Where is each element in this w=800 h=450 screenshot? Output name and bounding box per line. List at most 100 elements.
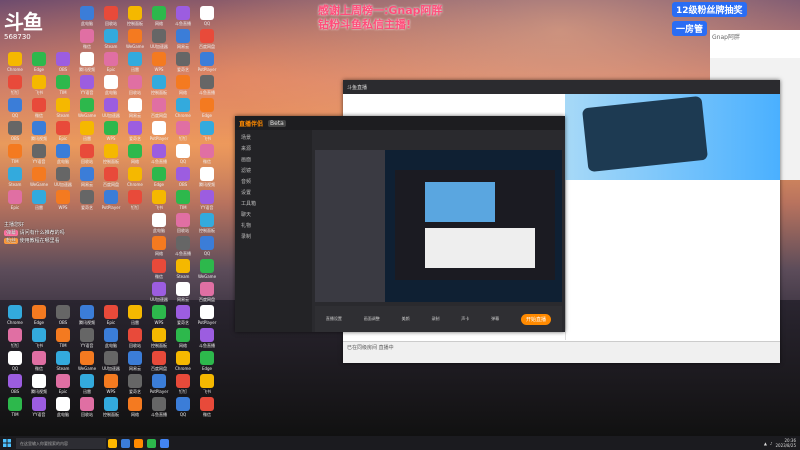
- desktop-icon[interactable]: TIM: [172, 190, 194, 210]
- desktop-icon[interactable]: YY语音: [76, 328, 98, 348]
- desktop-icon[interactable]: 百度网盘: [100, 167, 122, 187]
- desktop-icon[interactable]: Epic: [52, 374, 74, 394]
- desktop-icon[interactable]: YY语音: [28, 144, 50, 164]
- desktop-icon[interactable]: 网易云: [124, 98, 146, 118]
- desktop-icon[interactable]: 微信: [28, 98, 50, 118]
- desktop-icon[interactable]: 飞书: [28, 75, 50, 95]
- desktop-icon[interactable]: 微信: [28, 351, 50, 371]
- desktop-icon[interactable]: 微信: [76, 29, 98, 49]
- desktop-icon[interactable]: OBS: [4, 121, 26, 141]
- toolbar-button[interactable]: 声卡: [461, 316, 469, 322]
- desktop-icon[interactable]: Epic: [52, 121, 74, 141]
- desktop-icon[interactable]: 爱奇艺: [172, 52, 194, 72]
- desktop-icon[interactable]: OBS: [52, 305, 74, 325]
- desktop-icon[interactable]: Steam: [52, 351, 74, 371]
- desktop-icon[interactable]: YY语音: [196, 190, 218, 210]
- desktop-icon[interactable]: 网络: [148, 6, 170, 26]
- chrome-icon[interactable]: [160, 438, 169, 448]
- browser-title-bar[interactable]: 斗鱼直播: [343, 80, 780, 94]
- desktop-icon[interactable]: 钉钉: [172, 374, 194, 394]
- desktop-icon[interactable]: QQ: [4, 98, 26, 118]
- desktop-icon[interactable]: 网络: [172, 75, 194, 95]
- toolbar-button[interactable]: 弹幕: [491, 316, 499, 322]
- desktop-icon[interactable]: 此电脑: [52, 397, 74, 417]
- desktop-icon[interactable]: 爱奇艺: [124, 121, 146, 141]
- desktop-icon[interactable]: 飞书: [196, 374, 218, 394]
- sidebar-item[interactable]: 设置: [235, 189, 312, 198]
- stream-companion-window[interactable]: 直播伴侣 Beta 场景 来源 画面 滤镜 音频 设置 工具箱 聊天 礼物 录制 直播设置 画面调整…: [235, 116, 565, 332]
- toolbar-button[interactable]: 美颜: [402, 316, 410, 322]
- desktop-icon[interactable]: 斗鱼直播: [196, 75, 218, 95]
- desktop-icon[interactable]: Chrome: [124, 167, 146, 187]
- desktop-icon[interactable]: 飞书: [28, 328, 50, 348]
- desktop-icon[interactable]: YY语音: [76, 75, 98, 95]
- file-explorer-icon[interactable]: [108, 438, 117, 448]
- desktop-icon[interactable]: Chrome: [172, 98, 194, 118]
- desktop-icon[interactable]: UU加速器: [148, 282, 170, 302]
- desktop-icon[interactable]: 控制面板: [124, 6, 146, 26]
- desktop-icon[interactable]: Steam: [172, 259, 194, 279]
- desktop-icon[interactable]: TIM: [4, 144, 26, 164]
- desktop-icon[interactable]: WeGame: [76, 98, 98, 118]
- desktop-icon[interactable]: 控制面板: [148, 75, 170, 95]
- sidebar-item[interactable]: 画面: [235, 156, 312, 165]
- desktop-icon[interactable]: WPS: [100, 374, 122, 394]
- desktop-icon[interactable]: Steam: [4, 167, 26, 187]
- desktop-icon[interactable]: UU加速器: [148, 29, 170, 49]
- desktop-icon[interactable]: UU加速器: [100, 351, 122, 371]
- desktop-icon[interactable]: WeGame: [28, 167, 50, 187]
- desktop-icon[interactable]: WeGame: [124, 29, 146, 49]
- desktop-icon[interactable]: OBS: [4, 374, 26, 394]
- desktop-icon[interactable]: 网络: [172, 328, 194, 348]
- start-stream-button[interactable]: 开始直播: [520, 313, 551, 325]
- desktop-icon[interactable]: 网易云: [172, 29, 194, 49]
- desktop-icon[interactable]: 控制面板: [148, 328, 170, 348]
- desktop-icon[interactable]: 网络: [124, 397, 146, 417]
- toolbar-button[interactable]: 录制: [431, 316, 439, 322]
- desktop-icon[interactable]: Steam: [52, 98, 74, 118]
- toolbar-button[interactable]: 画面调整: [364, 316, 380, 322]
- desktop-icon[interactable]: 斗鱼直播: [172, 236, 194, 256]
- desktop-icon[interactable]: 百度网盘: [148, 98, 170, 118]
- desktop-icon[interactable]: 钉钉: [4, 75, 26, 95]
- desktop-icon[interactable]: YY语音: [28, 397, 50, 417]
- network-icon[interactable]: ▲: [764, 441, 767, 446]
- app-title-bar[interactable]: 直播伴侣 Beta: [235, 116, 565, 130]
- desktop-icon[interactable]: TIM: [52, 75, 74, 95]
- desktop-icon[interactable]: QQ: [172, 144, 194, 164]
- desktop-icon[interactable]: TIM: [52, 328, 74, 348]
- desktop-icon[interactable]: Epic: [100, 52, 122, 72]
- volume-icon[interactable]: ♪: [770, 441, 773, 446]
- desktop-icon[interactable]: OBS: [52, 52, 74, 72]
- desktop-icon[interactable]: 此电脑: [52, 144, 74, 164]
- desktop-icon[interactable]: 控制面板: [100, 397, 122, 417]
- desktop-icon[interactable]: WPS: [148, 305, 170, 325]
- desktop-icon[interactable]: 迅雷: [124, 305, 146, 325]
- desktop-icon[interactable]: 爱奇艺: [76, 190, 98, 210]
- desktop-icon[interactable]: 迅雷: [28, 190, 50, 210]
- desktop-icon[interactable]: 爱奇艺: [124, 374, 146, 394]
- desktop-icon[interactable]: WPS: [52, 190, 74, 210]
- clock[interactable]: 20:36 2023/8/25: [775, 438, 796, 448]
- desktop-icon[interactable]: Edge: [148, 167, 170, 187]
- desktop-icon[interactable]: 斗鱼直播: [196, 328, 218, 348]
- desktop-icon[interactable]: Edge: [28, 305, 50, 325]
- desktop-icon[interactable]: 此电脑: [76, 6, 98, 26]
- desktop-icon[interactable]: 飞书: [196, 121, 218, 141]
- desktop-icon[interactable]: QQ: [196, 236, 218, 256]
- desktop-icon[interactable]: Edge: [196, 98, 218, 118]
- desktop-icon[interactable]: Chrome: [4, 52, 26, 72]
- desktop-icon[interactable]: Epic: [4, 190, 26, 210]
- desktop-icon[interactable]: WPS: [148, 52, 170, 72]
- desktop-icon[interactable]: 微信: [148, 259, 170, 279]
- desktop-icon[interactable]: 钉钉: [172, 121, 194, 141]
- desktop-icon[interactable]: Chrome: [172, 351, 194, 371]
- desktop-icon[interactable]: 此电脑: [100, 75, 122, 95]
- desktop-icon[interactable]: 腾讯视频: [76, 52, 98, 72]
- sidebar-item[interactable]: 场景: [235, 134, 312, 143]
- desktop-icon[interactable]: Epic: [100, 305, 122, 325]
- desktop-icon[interactable]: UU加速器: [52, 167, 74, 187]
- desktop-icon[interactable]: 控制面板: [196, 213, 218, 233]
- desktop-icon[interactable]: 此电脑: [100, 328, 122, 348]
- desktop-icon[interactable]: 斗鱼直播: [148, 397, 170, 417]
